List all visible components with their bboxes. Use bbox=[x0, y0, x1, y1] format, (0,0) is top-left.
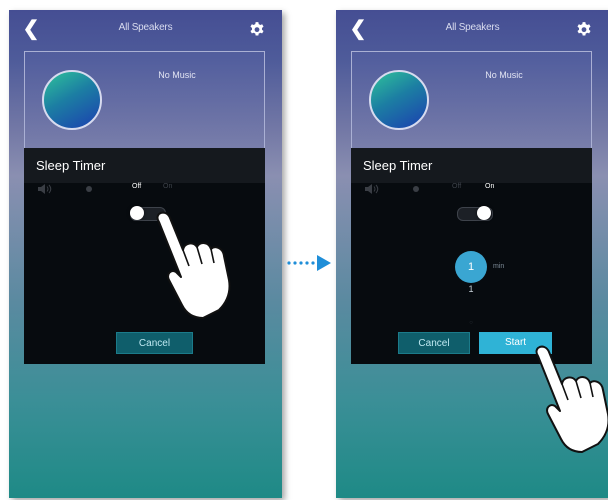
toggle-knob bbox=[130, 206, 144, 220]
speaker-icon bbox=[38, 184, 52, 194]
speaker-icon bbox=[365, 184, 379, 194]
sleep-timer-title: Sleep Timer bbox=[363, 158, 433, 173]
top-bar: ❮ All Speakers bbox=[9, 10, 282, 50]
album-art bbox=[42, 70, 102, 130]
sleep-timer-row: Off On bbox=[351, 183, 592, 197]
toggle-knob bbox=[477, 206, 491, 220]
page-title: All Speakers bbox=[445, 22, 500, 33]
toggle-on-label: On bbox=[163, 183, 173, 190]
timer-picker-selected[interactable]: 1 bbox=[455, 251, 487, 283]
top-bar: ❮ All Speakers bbox=[336, 10, 608, 50]
toggle-off-label: Off bbox=[132, 183, 142, 190]
timer-picker-dim-mark: ○ bbox=[469, 320, 473, 326]
cancel-button[interactable]: Cancel bbox=[398, 332, 470, 354]
chevron-left-icon[interactable]: ❮ bbox=[348, 18, 368, 40]
album-art bbox=[369, 70, 429, 130]
sleep-timer-header: Sleep Timer bbox=[351, 148, 592, 183]
page-title: All Speakers bbox=[118, 22, 173, 33]
cancel-button[interactable]: Cancel bbox=[116, 332, 193, 354]
sleep-timer-title: Sleep Timer bbox=[36, 158, 106, 173]
start-button[interactable]: Start bbox=[479, 332, 552, 354]
toggle-on-label: On bbox=[485, 183, 495, 190]
gear-icon[interactable] bbox=[575, 21, 593, 39]
sleep-timer-toggle[interactable] bbox=[457, 206, 493, 221]
timer-picker-unit: min bbox=[493, 263, 505, 270]
phone-screen-before: ❮ All Speakers No Music Sleep Timer Off … bbox=[9, 10, 282, 498]
now-playing-status: No Music bbox=[485, 70, 523, 80]
toggle-off-label: Off bbox=[452, 183, 462, 190]
sleep-timer-toggle[interactable] bbox=[130, 206, 166, 221]
gear-icon[interactable] bbox=[248, 21, 266, 39]
sleep-timer-panel: Sleep Timer Off On Cancel bbox=[24, 148, 265, 364]
sleep-timer-header: Sleep Timer bbox=[24, 148, 265, 183]
volume-dot-icon bbox=[86, 186, 92, 192]
sleep-timer-panel: Sleep Timer Off On 1 min 1 ○ Cancel Star… bbox=[351, 148, 592, 364]
now-playing-status: No Music bbox=[158, 70, 196, 80]
phone-screen-after: ❮ All Speakers No Music Sleep Timer Off … bbox=[336, 10, 608, 498]
chevron-left-icon[interactable]: ❮ bbox=[21, 18, 41, 40]
timer-picker-next-value[interactable]: 1 bbox=[455, 284, 487, 294]
next-step-arrow-icon bbox=[287, 255, 331, 271]
volume-dot-icon bbox=[413, 186, 419, 192]
sleep-timer-row: Off On bbox=[24, 183, 265, 197]
